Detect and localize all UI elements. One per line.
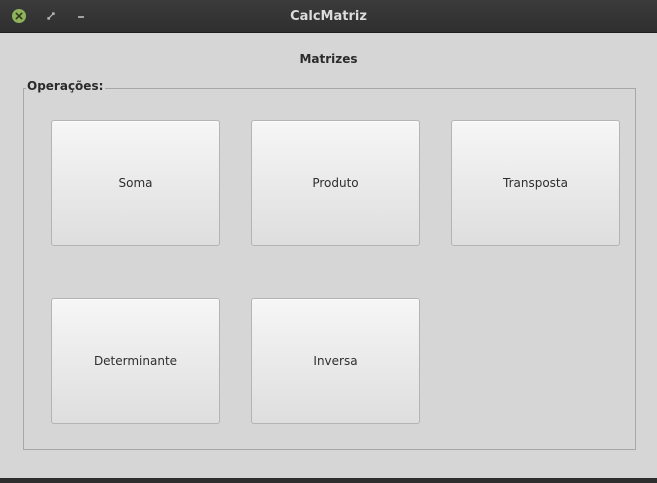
transposta-button[interactable]: Transposta <box>451 120 620 246</box>
produto-button[interactable]: Produto <box>251 120 420 246</box>
soma-button[interactable]: Soma <box>51 120 220 246</box>
operations-legend: Operações: <box>26 79 106 93</box>
title-bar[interactable]: CalcMatriz <box>0 0 657 33</box>
page-heading: Matrizes <box>299 52 358 66</box>
inversa-button[interactable]: Inversa <box>251 298 420 424</box>
determinante-button[interactable]: Determinante <box>51 298 220 424</box>
window-title: CalcMatriz <box>290 9 367 24</box>
app-window: CalcMatriz Matrizes Operações: Soma Prod… <box>0 0 657 483</box>
window-bottom-edge <box>0 478 657 483</box>
